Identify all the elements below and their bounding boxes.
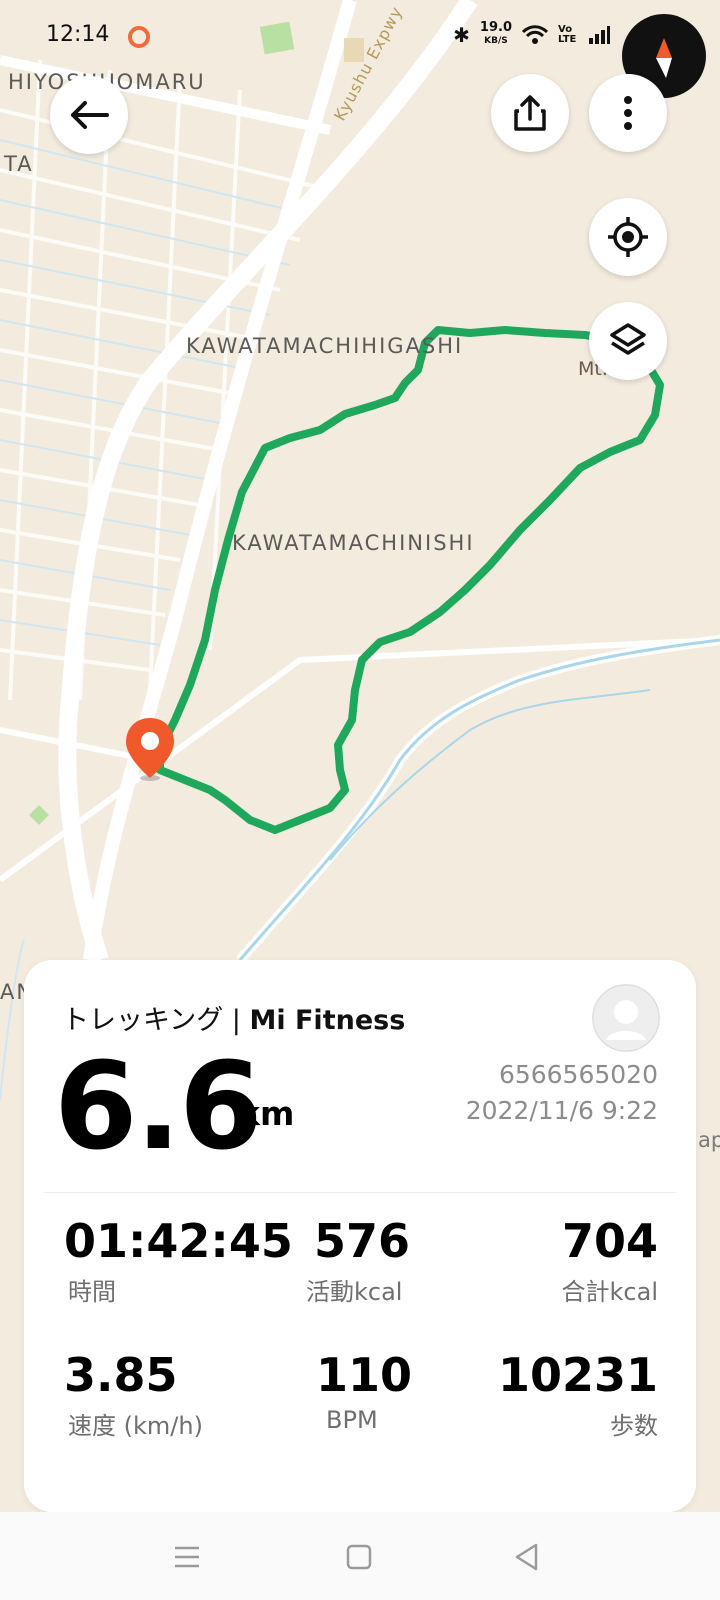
stat-active-kcal-value: 576 <box>314 1214 411 1268</box>
signal-icon <box>589 25 610 44</box>
map-label-ta: TA <box>4 152 34 176</box>
activity-type: トレッキング <box>62 1005 224 1036</box>
more-options-button[interactable] <box>589 74 667 152</box>
stat-total-kcal-value: 704 <box>561 1214 658 1268</box>
stat-steps-label: 歩数 <box>610 1412 658 1440</box>
layers-icon <box>610 323 646 355</box>
distance-value: 6.6 <box>54 1038 263 1177</box>
stat-steps-value: 10231 <box>497 1348 658 1402</box>
map-label-kawatamachinishi: KAWATAMACHINISHI <box>232 531 475 555</box>
stat-speed-value: 3.85 <box>64 1348 178 1402</box>
status-time: 12:14 <box>46 22 110 47</box>
divider <box>44 1192 676 1193</box>
menu-nav-icon[interactable] <box>172 1542 202 1572</box>
activity-summary-card: トレッキング | Mi Fitness 6.6 km 6566565020 20… <box>24 960 696 1512</box>
map-label-ap: ap <box>698 1128 720 1152</box>
title-separator: | <box>223 1005 250 1036</box>
stat-total-kcal-label: 合計kcal <box>561 1278 658 1306</box>
status-icons: ✱ 19.0 KB/S Vo LTE <box>453 20 610 47</box>
stat-active-kcal-label: 活動kcal <box>306 1278 403 1306</box>
user-id: 6566565020 <box>498 1060 658 1089</box>
network-speed-unit: KB/S <box>484 36 508 46</box>
app-name: Mi Fitness <box>249 1005 406 1036</box>
share-icon <box>514 95 546 131</box>
locate-button[interactable] <box>589 198 667 276</box>
stat-heart-rate-value: 110 <box>316 1348 413 1402</box>
stat-heart-rate-label: BPM <box>326 1406 378 1434</box>
recording-indicator-icon <box>128 26 150 48</box>
activity-title: トレッキング | Mi Fitness <box>62 998 405 1037</box>
distance-unit: km <box>238 1094 295 1133</box>
bluetooth-icon: ✱ <box>453 22 470 47</box>
status-bar: 12:14 ✱ 19.0 KB/S Vo LTE <box>0 0 720 60</box>
back-button[interactable] <box>50 76 128 154</box>
stat-duration-label: 時間 <box>68 1278 116 1306</box>
activity-datetime: 2022/11/6 9:22 <box>465 1096 658 1125</box>
start-pin-icon[interactable] <box>124 716 176 784</box>
network-speed-value: 19.0 <box>479 20 512 35</box>
user-icon <box>592 984 660 1052</box>
more-vertical-icon <box>624 96 632 130</box>
crosshair-icon <box>608 217 648 257</box>
map-layers-button[interactable] <box>589 302 667 380</box>
system-nav-bar <box>0 1512 720 1600</box>
stat-duration-value: 01:42:45 <box>64 1214 293 1268</box>
arrow-left-icon <box>71 101 109 129</box>
network-speed: 19.0 KB/S <box>479 20 512 47</box>
home-nav-icon[interactable] <box>344 1542 374 1572</box>
avatar[interactable] <box>592 984 660 1052</box>
wifi-icon <box>522 24 548 44</box>
share-button[interactable] <box>491 74 569 152</box>
stat-speed-label: 速度 (km/h) <box>68 1412 203 1440</box>
map-label-kawatamachihigashi: KAWATAMACHIHIGASHI <box>186 334 464 358</box>
back-nav-icon[interactable] <box>512 1542 542 1572</box>
volte-badge: Vo LTE <box>558 23 577 45</box>
